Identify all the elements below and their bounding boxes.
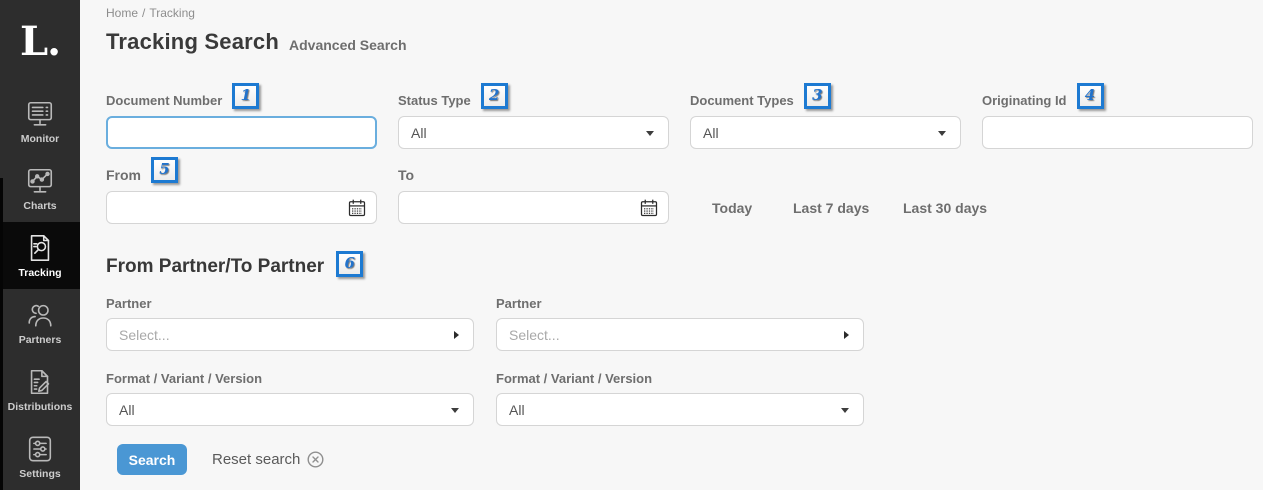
- breadcrumb-separator: /: [142, 6, 145, 20]
- from-format-select[interactable]: All: [106, 393, 474, 426]
- quick-range-last-7-days[interactable]: Last 7 days: [793, 191, 869, 224]
- charts-icon: [25, 166, 55, 196]
- chevron-right-icon: [454, 331, 459, 339]
- partners-icon: [25, 300, 55, 330]
- status-type-group: Status Type 2 All: [398, 85, 669, 149]
- sidebar-item-label: Settings: [19, 468, 60, 480]
- date-to-group: To: [398, 158, 669, 224]
- chevron-right-icon: [844, 331, 849, 339]
- from-partner-placeholder: Select...: [119, 327, 170, 343]
- tracking-icon: [25, 233, 55, 263]
- sidebar: L. Monitor Charts: [0, 0, 80, 490]
- reset-search-label: Reset search: [212, 451, 300, 468]
- partner-section-title: From Partner/To Partner 6: [106, 254, 363, 280]
- document-number-label: Document Number: [106, 93, 222, 108]
- from-partner-group: Partner Select...: [106, 288, 474, 351]
- document-types-label: Document Types: [690, 93, 794, 108]
- from-format-label: Format / Variant / Version: [106, 371, 262, 386]
- hint-badge-6: 6: [336, 251, 363, 277]
- from-partner-select[interactable]: Select...: [106, 318, 474, 351]
- status-type-select[interactable]: All: [398, 116, 669, 149]
- to-format-value: All: [509, 402, 525, 418]
- sidebar-item-label: Monitor: [21, 133, 60, 145]
- sidebar-item-label: Partners: [19, 334, 62, 346]
- from-format-value: All: [119, 402, 135, 418]
- sidebar-item-label: Distributions: [8, 401, 73, 413]
- document-number-group: Document Number 1: [106, 85, 377, 149]
- chevron-down-icon: [451, 408, 459, 413]
- chevron-down-icon: [841, 408, 849, 413]
- document-types-value: All: [703, 125, 719, 141]
- hint-badge-1: 1: [232, 83, 259, 109]
- to-format-select[interactable]: All: [496, 393, 864, 426]
- to-partner-label: Partner: [496, 296, 542, 311]
- from-partner-label: Partner: [106, 296, 152, 311]
- to-format-label: Format / Variant / Version: [496, 371, 652, 386]
- sidebar-item-partners[interactable]: Partners: [0, 289, 80, 356]
- originating-id-input[interactable]: [982, 116, 1253, 149]
- page-title: Tracking Search: [106, 29, 279, 55]
- reset-circle-x-icon: [307, 451, 324, 468]
- sidebar-item-charts[interactable]: Charts: [0, 155, 80, 222]
- left-edge-strip: [0, 178, 3, 490]
- sidebar-item-distributions[interactable]: Distributions: [0, 356, 80, 423]
- quick-range-today[interactable]: Today: [712, 191, 752, 224]
- status-type-value: All: [411, 125, 427, 141]
- hint-badge-5: 5: [151, 157, 178, 183]
- document-types-group: Document Types 3 All: [690, 85, 961, 149]
- reset-search-button[interactable]: Reset search: [212, 444, 324, 475]
- chevron-down-icon: [938, 131, 946, 136]
- quick-range-last-30-days[interactable]: Last 30 days: [903, 191, 987, 224]
- sidebar-item-settings[interactable]: Settings: [0, 423, 80, 490]
- monitor-icon: [25, 99, 55, 129]
- to-format-group: Format / Variant / Version All: [496, 364, 864, 426]
- date-from-label: From: [106, 167, 141, 183]
- document-number-input[interactable]: [106, 116, 377, 149]
- sidebar-item-monitor[interactable]: Monitor: [0, 88, 80, 155]
- distributions-icon: [25, 367, 55, 397]
- date-from-group: From 5: [106, 158, 377, 224]
- sidebar-item-tracking[interactable]: Tracking: [0, 222, 80, 289]
- advanced-search-link[interactable]: Advanced Search: [289, 37, 407, 53]
- breadcrumb-home[interactable]: Home: [106, 6, 138, 20]
- calendar-icon[interactable]: [639, 198, 659, 221]
- hint-badge-3: 3: [804, 83, 831, 109]
- to-partner-select[interactable]: Select...: [496, 318, 864, 351]
- to-partner-placeholder: Select...: [509, 327, 560, 343]
- chevron-down-icon: [646, 131, 654, 136]
- status-type-label: Status Type: [398, 93, 471, 108]
- hint-badge-2: 2: [481, 83, 508, 109]
- main-content: Home / Tracking Tracking Search Advanced S…: [80, 0, 1263, 490]
- sidebar-item-label: Tracking: [18, 267, 61, 279]
- app-logo[interactable]: L.: [0, 0, 80, 88]
- date-to-label: To: [398, 167, 414, 183]
- breadcrumb: Home / Tracking: [106, 6, 199, 20]
- breadcrumb-current: Tracking: [149, 6, 195, 20]
- originating-id-label: Originating Id: [982, 93, 1067, 108]
- date-from-input[interactable]: [106, 191, 377, 224]
- partner-section-title-text: From Partner/To Partner: [106, 256, 324, 278]
- calendar-icon[interactable]: [347, 198, 367, 221]
- settings-icon: [25, 434, 55, 464]
- originating-id-group: Originating Id 4: [982, 85, 1253, 149]
- from-format-group: Format / Variant / Version All: [106, 364, 474, 426]
- document-types-select[interactable]: All: [690, 116, 961, 149]
- sidebar-item-label: Charts: [23, 200, 56, 212]
- to-partner-group: Partner Select...: [496, 288, 864, 351]
- hint-badge-4: 4: [1077, 83, 1104, 109]
- date-to-input[interactable]: [398, 191, 669, 224]
- search-button[interactable]: Search: [117, 444, 187, 475]
